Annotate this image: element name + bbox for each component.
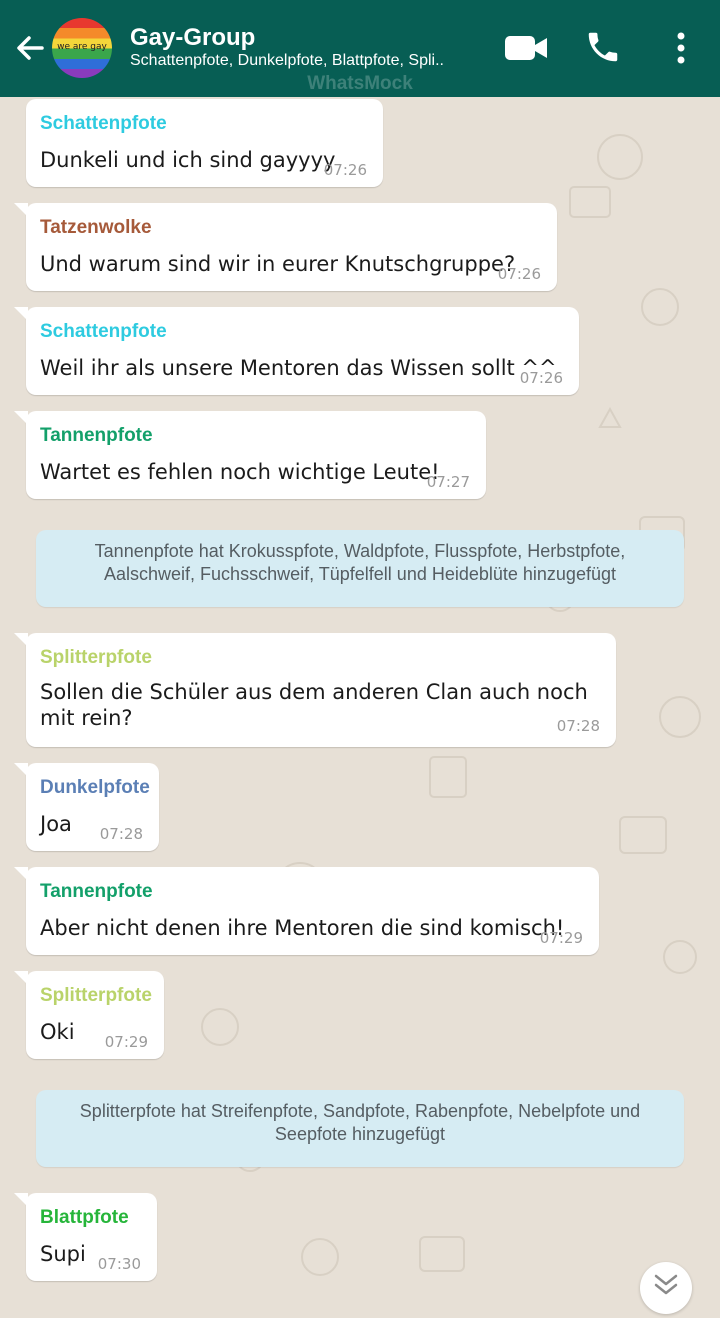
arrow-left-icon[interactable]: [12, 30, 48, 66]
message-text: Aber nicht denen ihre Mentoren die sind …: [40, 916, 565, 940]
message-sender: Tatzenwolke: [40, 217, 152, 238]
group-members[interactable]: Schattenpfote, Dunkelpfote, Blattpfote, …: [130, 52, 480, 70]
message-text: Dunkeli und ich sind gayyyy: [40, 148, 336, 172]
message-bubble[interactable]: Blattpfote Supi 07:30: [14, 1193, 157, 1281]
message-bubble[interactable]: Splitterpfote Sollen die Schüler aus dem…: [14, 633, 616, 747]
bubble-tail: [14, 307, 28, 321]
message-text: Oki: [40, 1020, 75, 1044]
message-sender: Schattenpfote: [40, 321, 167, 342]
message-text: Supi: [40, 1242, 86, 1266]
avatar-label: we are gay: [57, 42, 107, 52]
chat-header: we are gay Gay-Group Schattenpfote, Dunk…: [0, 0, 720, 97]
watermark: WhatsMock: [307, 73, 413, 94]
message-bubble[interactable]: Tannenpfote Wartet es fehlen noch wichti…: [14, 411, 486, 499]
chat-area[interactable]: Schattenpfote Dunkeli und ich sind gayyy…: [0, 97, 720, 1298]
phone-call-icon[interactable]: [584, 28, 622, 66]
message-text: Sollen die Schüler aus dem anderen Clan …: [40, 680, 588, 730]
message-time: 07:28: [99, 825, 143, 843]
message-sender: Schattenpfote: [40, 113, 167, 134]
message-text: Und warum sind wir in eurer Knutschgrupp…: [40, 252, 516, 276]
message-time: 07:26: [323, 161, 367, 179]
bubble-tail: [14, 763, 28, 777]
bubble-tail: [14, 203, 28, 217]
message-time: 07:29: [104, 1033, 148, 1051]
bubble-tail: [14, 411, 28, 425]
message-sender: Tannenpfote: [40, 425, 153, 446]
message-time: 07:29: [539, 929, 583, 947]
system-notice: Tannenpfote hat Krokusspfote, Waldpfote,…: [36, 530, 684, 607]
message-sender: Splitterpfote: [40, 647, 152, 668]
bubble-tail: [14, 633, 28, 647]
message-bubble[interactable]: Splitterpfote Oki 07:29: [14, 971, 164, 1059]
group-title[interactable]: Gay-Group: [130, 24, 255, 52]
message-bubble[interactable]: Tatzenwolke Und warum sind wir in eurer …: [14, 203, 557, 291]
message-bubble[interactable]: Dunkelpfote Joa 07:28: [14, 763, 159, 851]
bubble-tail: [14, 971, 28, 985]
message-time: 07:30: [97, 1255, 141, 1273]
message-text: Weil ihr als unsere Mentoren das Wissen …: [40, 356, 557, 380]
system-notice: Splitterpfote hat Streifenpfote, Sandpfo…: [36, 1090, 684, 1167]
message-time: 07:27: [426, 473, 470, 491]
chevron-double-down-icon: [654, 1274, 678, 1295]
video-call-icon[interactable]: [504, 34, 548, 62]
message-text: Wartet es fehlen noch wichtige Leute!: [40, 460, 440, 484]
group-avatar[interactable]: we are gay: [52, 18, 112, 78]
bubble-tail: [14, 867, 28, 881]
message-bubble[interactable]: Schattenpfote Weil ihr als unsere Mentor…: [14, 307, 579, 395]
message-time: 07:26: [519, 369, 563, 387]
scroll-down-button[interactable]: [640, 1262, 692, 1314]
message-sender: Splitterpfote: [40, 985, 152, 1006]
message-sender: Blattpfote: [40, 1207, 129, 1228]
message-sender: Dunkelpfote: [40, 777, 150, 798]
message-time: 07:28: [556, 717, 600, 735]
message-sender: Tannenpfote: [40, 881, 153, 902]
more-vertical-icon[interactable]: [670, 30, 692, 66]
message-text: Joa: [40, 812, 72, 836]
message-bubble[interactable]: Schattenpfote Dunkeli und ich sind gayyy…: [26, 99, 383, 187]
message-time: 07:26: [497, 265, 541, 283]
bubble-tail: [14, 1193, 28, 1207]
message-bubble[interactable]: Tannenpfote Aber nicht denen ihre Mentor…: [14, 867, 599, 955]
